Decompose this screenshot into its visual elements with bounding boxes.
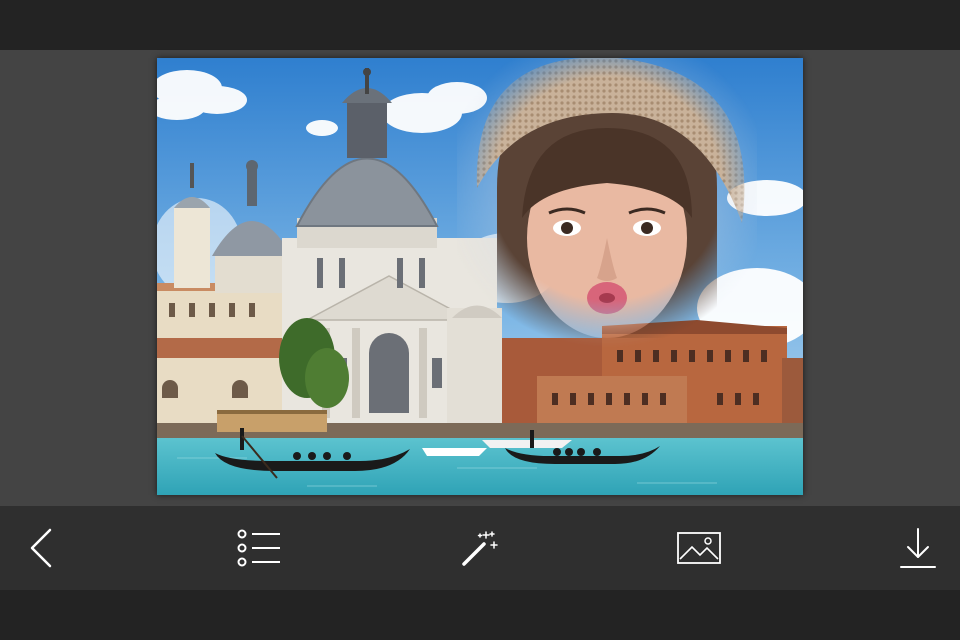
effects-button[interactable]	[452, 520, 508, 576]
magic-wand-icon	[462, 531, 498, 566]
download-icon	[900, 528, 936, 568]
gallery-button[interactable]	[671, 520, 727, 576]
face-overlay	[457, 58, 757, 348]
photo-frame-preview[interactable]	[157, 58, 803, 495]
bottom-bar	[0, 590, 960, 640]
list-icon	[237, 529, 280, 567]
back-button[interactable]	[14, 520, 70, 576]
chevron-left-icon	[30, 528, 52, 568]
image-icon	[677, 532, 721, 564]
save-button[interactable]	[890, 520, 946, 576]
bottom-toolbar	[0, 506, 960, 590]
frames-list-button[interactable]	[231, 520, 287, 576]
venice-scene-image	[157, 58, 803, 495]
top-bar	[0, 0, 960, 50]
